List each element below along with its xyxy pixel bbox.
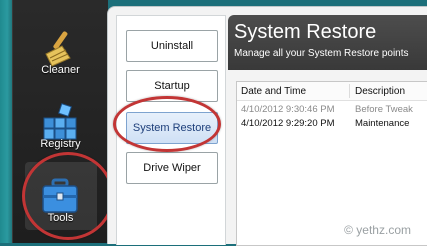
table-row[interactable]: 4/10/2012 9:30:46 PM Before Tweak xyxy=(237,103,427,117)
broom-icon xyxy=(40,28,80,68)
panel-header: System Restore Manage all your System Re… xyxy=(228,15,427,70)
restore-points-list[interactable]: Date and Time Description 4/10/2012 9:30… xyxy=(236,81,427,246)
cell-date: 4/10/2012 9:30:46 PM xyxy=(241,104,335,115)
system-restore-content: System Restore Manage all your System Re… xyxy=(228,15,427,246)
column-header-date[interactable]: Date and Time xyxy=(241,86,306,97)
sidebar-item-cleaner[interactable]: Cleaner xyxy=(13,14,108,84)
list-header: Date and Time Description xyxy=(237,82,427,101)
column-divider[interactable] xyxy=(349,84,350,98)
tab-startup[interactable]: Startup xyxy=(126,70,218,102)
sidebar-item-label: Tools xyxy=(47,212,74,224)
tab-system-restore[interactable]: System Restore xyxy=(126,112,218,144)
registry-blocks-icon xyxy=(40,102,80,142)
sidebar-item-label: Registry xyxy=(40,138,81,150)
watermark: © yethz.com xyxy=(344,223,411,237)
tools-tab-column: Uninstall Startup System Restore Drive W… xyxy=(116,15,226,245)
main-panel: Uninstall Startup System Restore Drive W… xyxy=(107,6,427,246)
cell-date: 4/10/2012 9:29:20 PM xyxy=(241,118,335,129)
tab-drive-wiper[interactable]: Drive Wiper xyxy=(126,152,218,184)
page-subtitle: Manage all your System Restore points xyxy=(234,48,409,59)
window-left-edge xyxy=(0,0,12,243)
column-header-description[interactable]: Description xyxy=(355,86,405,97)
table-row[interactable]: 4/10/2012 9:29:20 PM Maintenance xyxy=(237,117,427,131)
page-title: System Restore xyxy=(234,21,377,43)
sidebar-item-tools[interactable]: Tools xyxy=(13,162,108,232)
toolbox-icon xyxy=(40,176,80,216)
cell-description: Maintenance xyxy=(355,118,410,129)
sidebar-item-label: Cleaner xyxy=(41,64,80,76)
cell-description: Before Tweak xyxy=(355,104,413,115)
sidebar: Cleaner Registry Tools xyxy=(12,0,108,243)
tab-uninstall[interactable]: Uninstall xyxy=(126,30,218,62)
sidebar-item-registry[interactable]: Registry xyxy=(13,88,108,158)
